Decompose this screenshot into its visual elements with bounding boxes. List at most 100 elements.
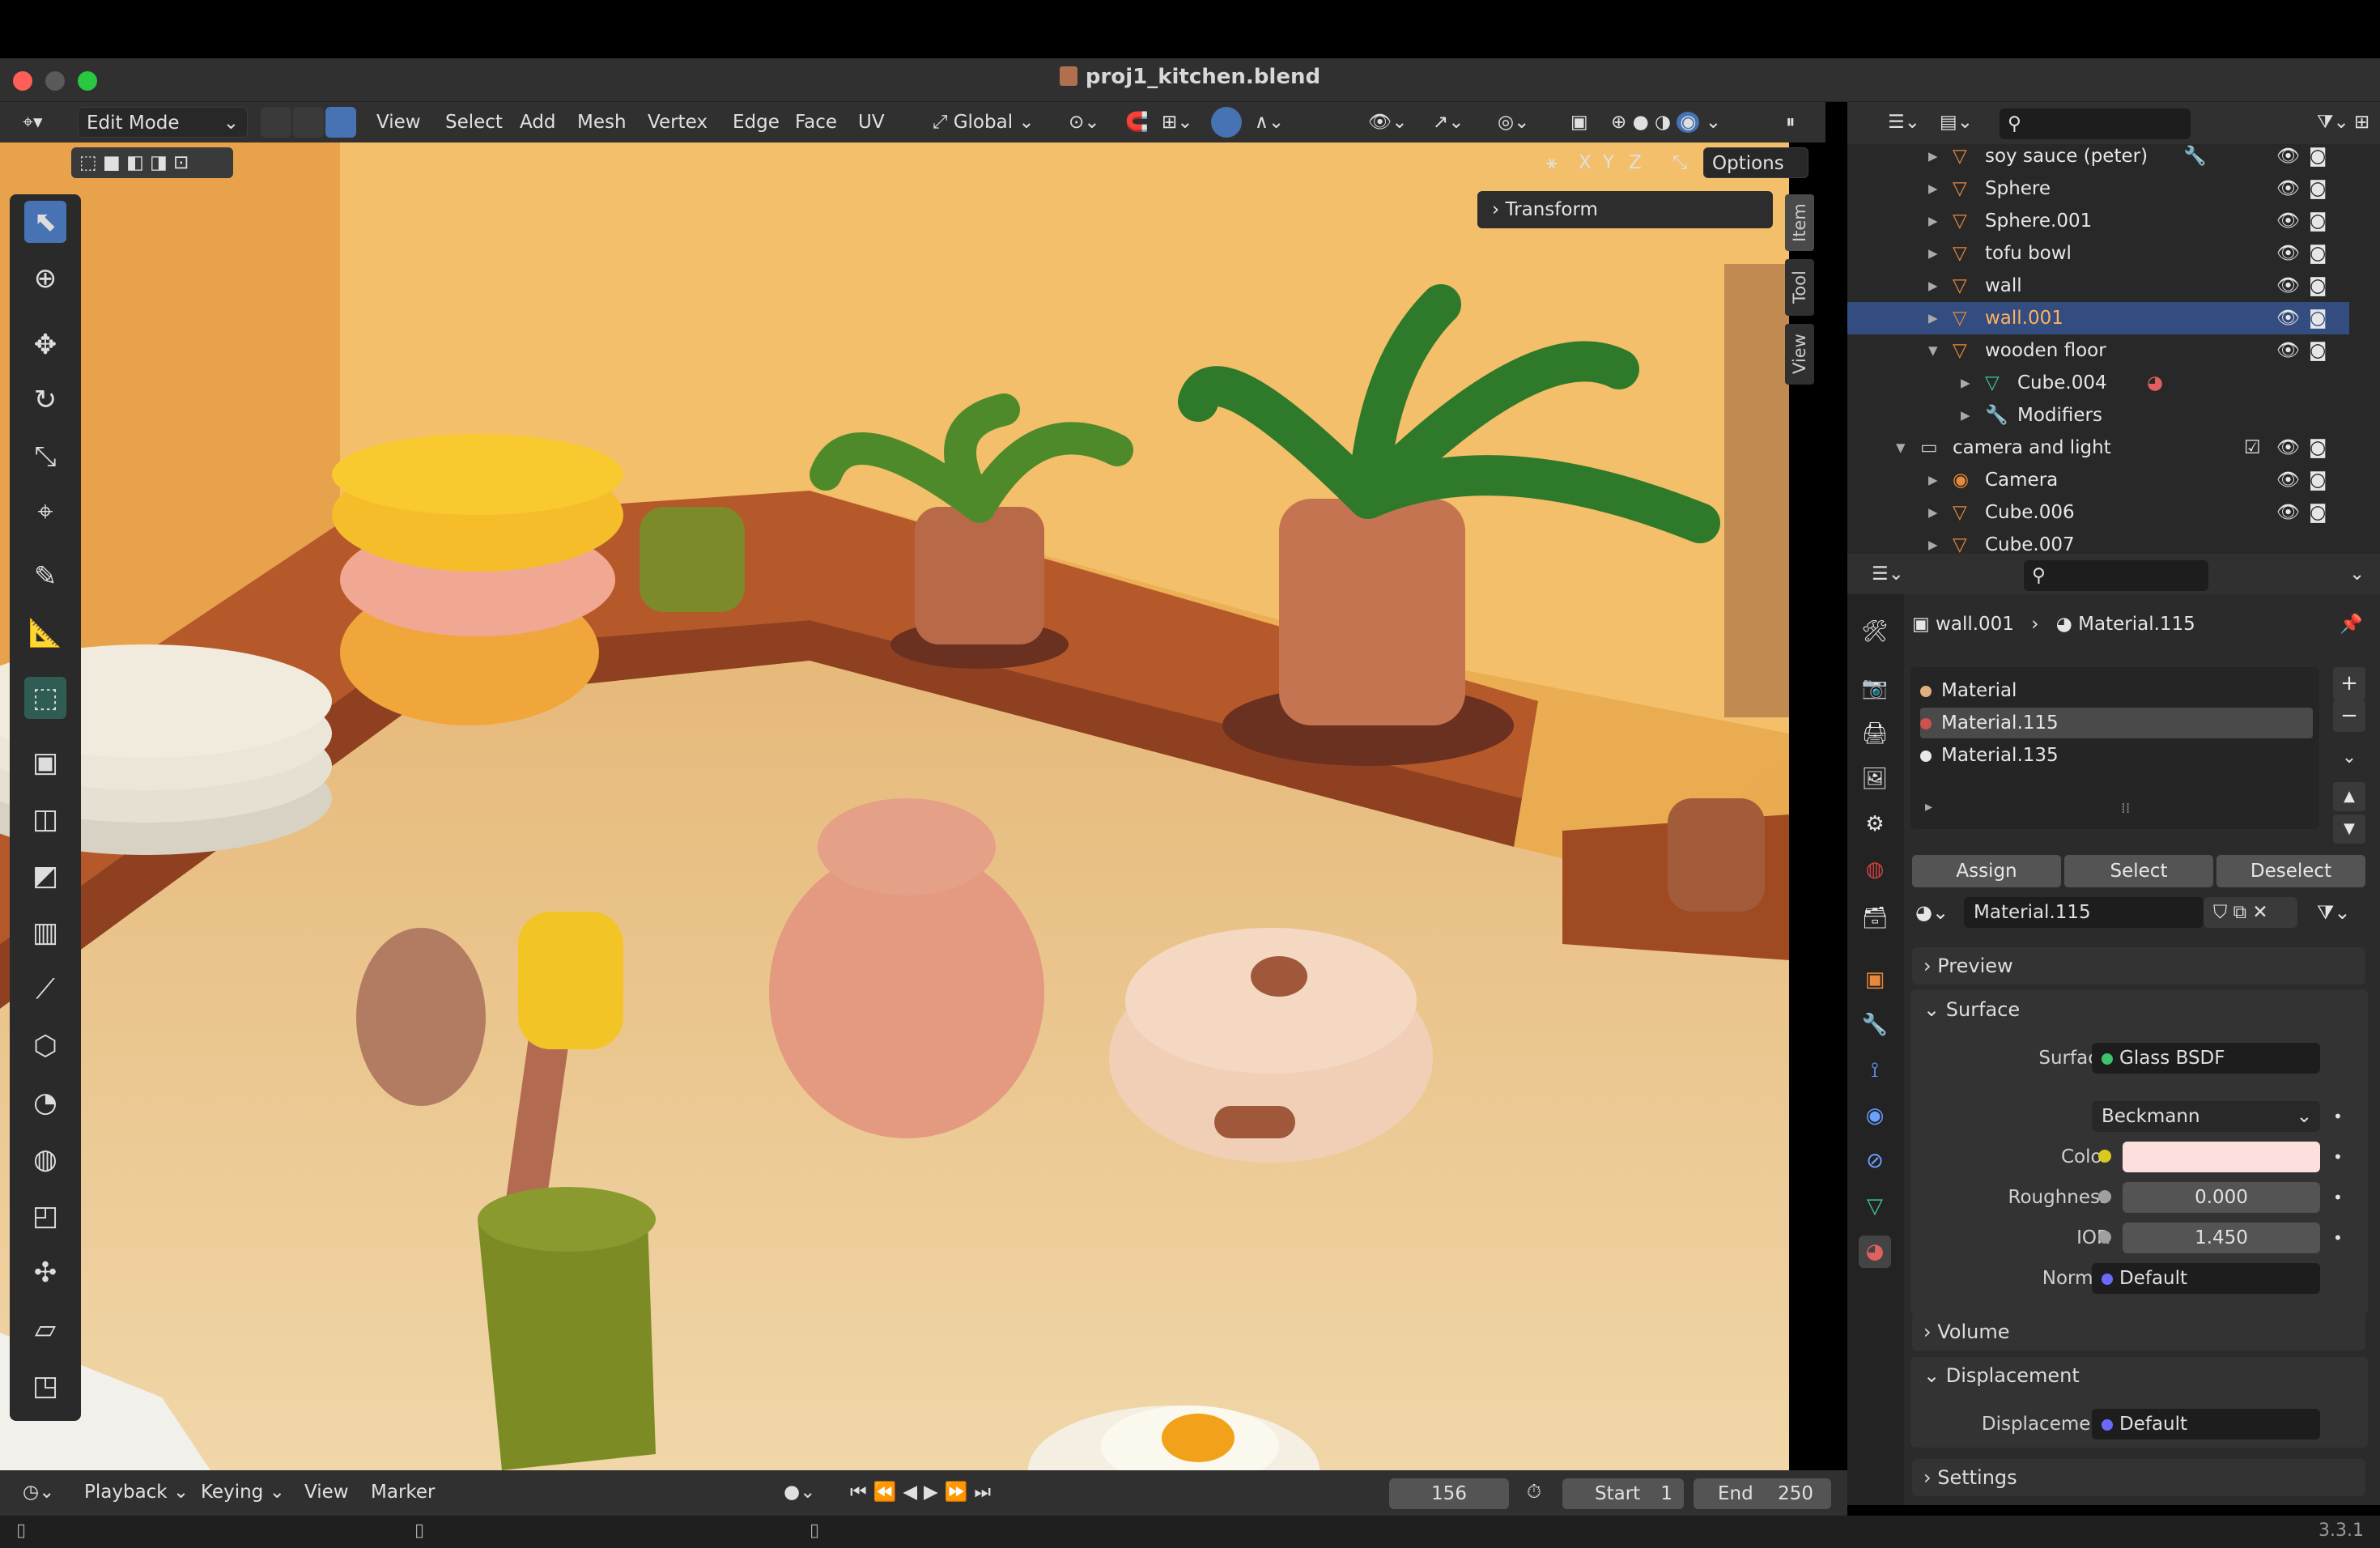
transform-tool-icon[interactable]: ⌖ (24, 491, 66, 533)
surface-shader-field[interactable]: Glass BSDF (2092, 1043, 2320, 1074)
eye-icon[interactable]: 👁 (2276, 205, 2300, 237)
outliner-row-selected[interactable]: ▸ ▽ wall.001 👁 ◙ (1847, 302, 2349, 334)
jump-end-icon[interactable]: ⏭ (974, 1482, 997, 1503)
roughness-field[interactable]: 0.000 (2123, 1182, 2320, 1213)
annotate-tool-icon[interactable]: ✎ (24, 555, 66, 598)
tab-item[interactable]: Item (1785, 194, 1814, 251)
add-slot-button[interactable]: + (2333, 667, 2365, 700)
settings-section[interactable]: › Settings (1912, 1459, 2365, 1496)
pin-icon[interactable]: 📌 (2340, 609, 2363, 640)
add-cube-tool-icon[interactable]: ⬚ (24, 677, 66, 719)
next-keyframe-icon[interactable]: ⏩ (945, 1482, 975, 1503)
rotate-tool-icon[interactable]: ↻ (24, 379, 66, 421)
outliner-row[interactable]: ▸ ◉ Camera 👁 ◙ (1847, 464, 2349, 496)
outliner-row[interactable]: ▸ ▽ Cube.004 ◕ (1847, 367, 2349, 399)
remove-slot-button[interactable]: − (2333, 700, 2365, 732)
color-swatch[interactable] (2123, 1142, 2320, 1172)
outliner-row[interactable]: ▸ ▽ wall 👁 ◙ (1847, 270, 2349, 302)
current-frame-field[interactable]: 156 (1389, 1478, 1509, 1509)
camera-render-icon[interactable]: ◙ (2309, 270, 2327, 302)
move-slot-up-button[interactable]: ▲ (2333, 782, 2365, 811)
link-type-icon[interactable]: ⧩⌄ (2317, 897, 2351, 928)
end-frame-field[interactable]: End 250 (1694, 1478, 1831, 1509)
select-button[interactable]: Select (2064, 855, 2213, 887)
camera-render-icon[interactable]: ◙ (2309, 205, 2327, 237)
selection-mode-icons[interactable]: ⬚ ■ ◧ ◨ ⊡ (71, 147, 233, 178)
outliner-row[interactable]: ▸ ▽ soy sauce (peter) 🔧 👁 ◙ (1847, 140, 2349, 172)
playback-controls[interactable]: ⏮⏪◀▶⏩⏭ (842, 1477, 1005, 1508)
tab-view[interactable]: View (1785, 324, 1814, 385)
camera-render-icon[interactable]: ◙ (2309, 302, 2327, 334)
new-collection-icon[interactable]: ⊞ (2346, 107, 2378, 138)
particles-tab-icon[interactable]: ⟟ (1859, 1054, 1891, 1087)
camera-render-icon[interactable]: ◙ (2309, 432, 2327, 464)
eye-icon[interactable]: 👁 (2276, 334, 2300, 367)
axis-z[interactable]: Z (1621, 147, 1650, 178)
3d-viewport[interactable] (0, 102, 1789, 1470)
scale-tool-icon[interactable]: ⤡ (24, 436, 66, 478)
properties-search-input[interactable]: ⚲ (2024, 560, 2208, 591)
material-slot-item-selected[interactable]: Material.115 (1920, 708, 2313, 738)
expand-arrow-icon[interactable]: ▸ (1925, 798, 1932, 815)
keyframe-dot-icon[interactable]: • (2333, 1223, 2343, 1253)
marker-menu[interactable]: Marker (363, 1477, 444, 1508)
camera-render-icon[interactable]: ◙ (2309, 237, 2327, 270)
snap-icon[interactable]: 🧲 (1117, 107, 1157, 138)
tool-tab-icon[interactable]: 🛠 (1859, 615, 1891, 648)
material-slot-item[interactable]: Material.135 (1920, 740, 2313, 771)
keyframe-dot-icon[interactable]: • (2333, 1142, 2343, 1172)
transform-panel[interactable]: › Transform (1477, 191, 1773, 228)
material-name-field[interactable]: Material.115 (1964, 897, 2204, 928)
loop-cut-tool-icon[interactable]: ▥ (24, 912, 66, 954)
menu-mesh[interactable]: Mesh (569, 107, 635, 138)
mirror-icon[interactable]: ⚹ (1538, 147, 1566, 178)
extrude-tool-icon[interactable]: ▣ (24, 742, 66, 784)
menu-view[interactable]: View (368, 107, 429, 138)
outliner-row[interactable]: ▸ ▽ Cube.007 (1847, 529, 2349, 553)
cursor-tool-icon[interactable]: ⊕ (24, 257, 66, 300)
auto-merge-icon[interactable]: ⤡ (1664, 147, 1695, 178)
eye-icon[interactable]: 👁 (2276, 302, 2300, 334)
eye-icon[interactable]: 👁 (2276, 172, 2300, 205)
modifier-tab-icon[interactable]: 🔧 (1859, 1009, 1891, 1041)
outliner-row[interactable]: ▸ ▽ Cube.006 👁 ◙ (1847, 496, 2349, 529)
keyframe-dot-icon[interactable]: • (2333, 1182, 2343, 1213)
shading-modes[interactable]: ⊕ ● ◑ ◉ ⌄ (1603, 107, 1765, 138)
eye-icon[interactable]: 👁 (2276, 270, 2300, 302)
displacement-section[interactable]: ⌄ Displacement (1912, 1357, 2365, 1394)
surface-section[interactable]: ⌄ Surface (1912, 991, 2365, 1028)
falloff-icon[interactable]: ∧⌄ (1247, 107, 1292, 138)
assign-button[interactable]: Assign (1912, 855, 2061, 887)
mesh-data-tab-icon[interactable]: ▽ (1859, 1190, 1891, 1223)
display-mode-icon[interactable]: ▤⌄ (1932, 107, 1981, 138)
face-select-icon[interactable] (325, 107, 356, 138)
orientation-dropdown[interactable]: ⤢ Global ⌄ (924, 107, 1050, 138)
menu-face[interactable]: Face (787, 107, 845, 138)
timeline-view-menu[interactable]: View (296, 1477, 357, 1508)
eye-icon[interactable]: 👁 (2276, 237, 2300, 270)
chevron-down-icon[interactable]: ⌄ (2341, 559, 2373, 589)
overlay-icon[interactable]: ◎⌄ (1490, 107, 1537, 138)
pause-icon[interactable]: ⏸ (1778, 107, 1804, 138)
scene-tab-icon[interactable]: ⚙ (1859, 808, 1891, 840)
stopwatch-icon[interactable]: ⏱ (1519, 1477, 1549, 1508)
world-tab-icon[interactable]: ◍ (1859, 853, 1891, 886)
menu-uv[interactable]: UV (850, 107, 893, 138)
properties-editor-type-icon[interactable]: ☰⌄ (1864, 559, 1912, 589)
jump-start-icon[interactable]: ⏮ (850, 1482, 873, 1503)
output-tab-icon[interactable]: 🖨 (1859, 717, 1891, 750)
pivot-icon[interactable]: ⊙⌄ (1060, 107, 1108, 138)
outliner-editor-type-icon[interactable]: ☰⌄ (1880, 107, 1928, 138)
playback-menu[interactable]: Playback ⌄ (76, 1477, 197, 1508)
menu-edge[interactable]: Edge (725, 107, 788, 138)
bevel-tool-icon[interactable]: ◩ (24, 855, 66, 897)
outliner-row[interactable]: ▾ ▽ wooden floor 👁 ◙ (1847, 334, 2349, 367)
eye-icon[interactable]: 👁 (2276, 464, 2300, 496)
material-slot-item[interactable]: Material (1920, 675, 2313, 706)
outliner-row[interactable]: ▸ 🔧 Modifiers (1847, 399, 2349, 432)
menu-vertex[interactable]: Vertex (640, 107, 716, 138)
camera-render-icon[interactable]: ◙ (2309, 464, 2327, 496)
physics-tab-icon[interactable]: ◉ (1859, 1099, 1891, 1132)
inset-tool-icon[interactable]: ◫ (24, 798, 66, 840)
eye-icon[interactable]: 👁 (2276, 432, 2300, 464)
